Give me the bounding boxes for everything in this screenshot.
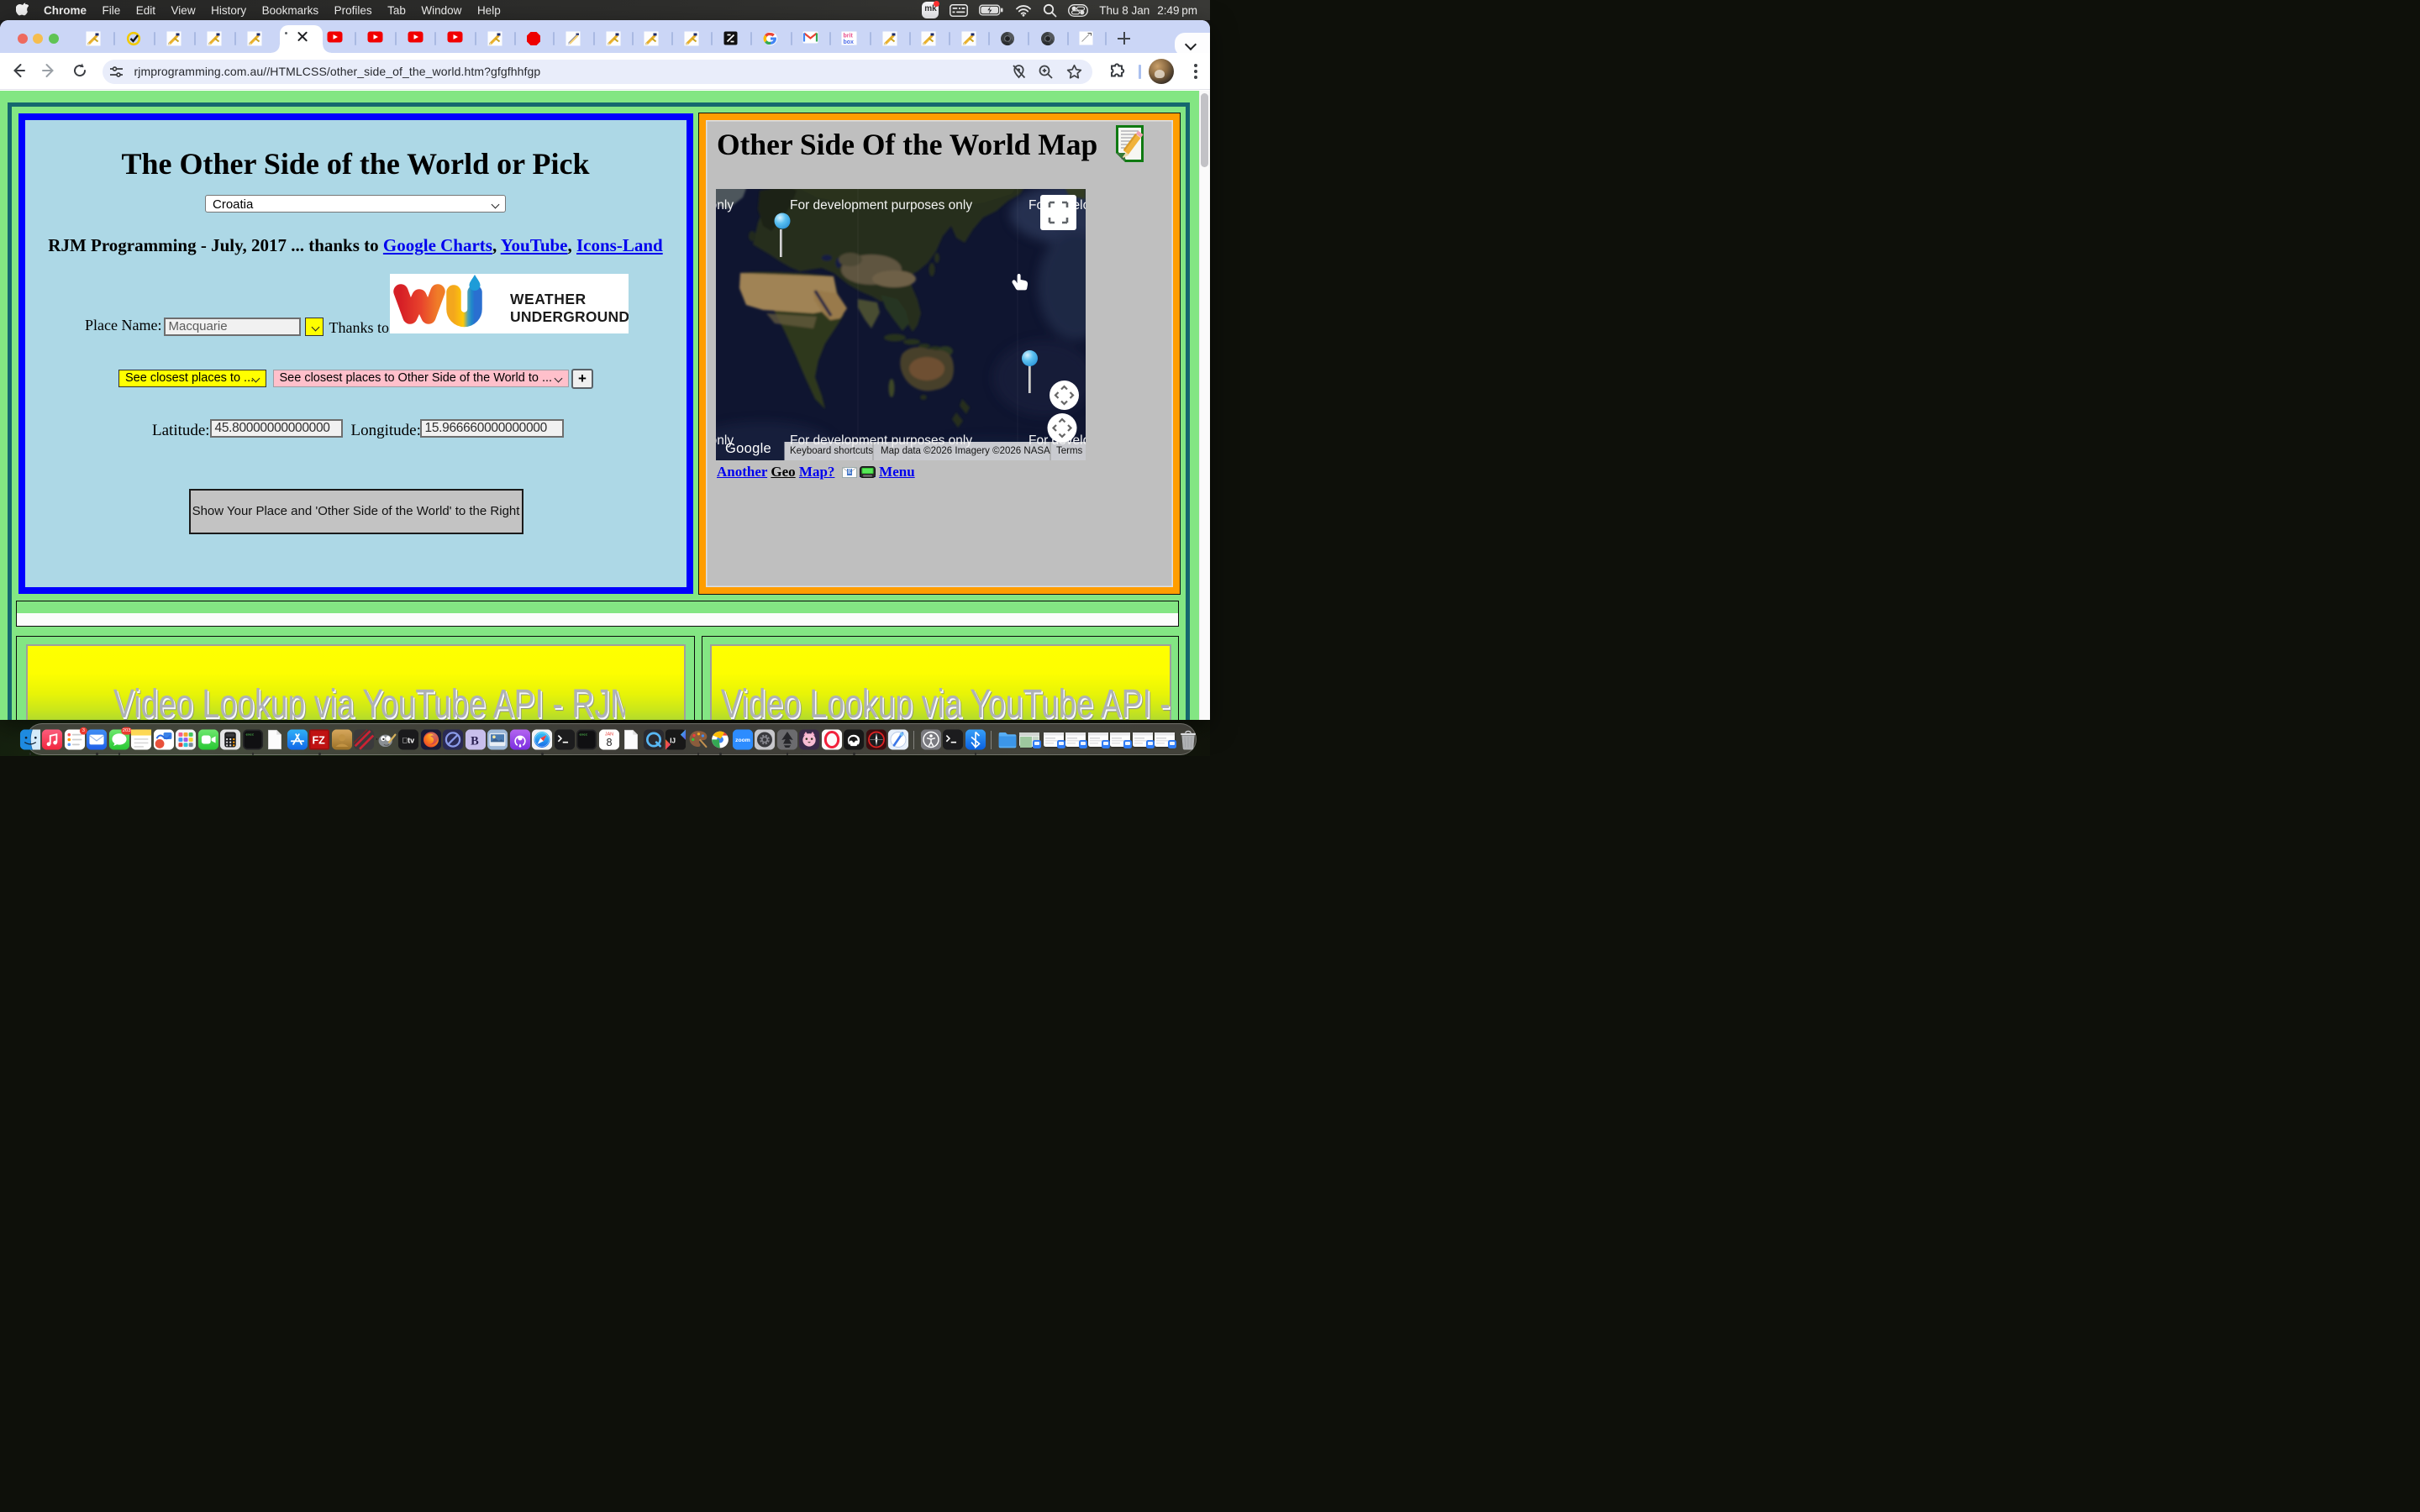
svg-text:UNDERGROUND: UNDERGROUND	[510, 308, 629, 325]
svg-text:box: box	[844, 39, 855, 45]
svg-text:exec: exec	[579, 734, 587, 738]
svg-text:exec: exec	[245, 734, 254, 738]
svg-text:B: B	[471, 734, 479, 748]
svg-text:tv: tv	[402, 737, 414, 745]
svg-text:Terms: Terms	[1056, 446, 1083, 456]
svg-text:Map data ©2026 Imagery ©2026 N: Map data ©2026 Imagery ©2026 NASA	[881, 446, 1050, 456]
svg-text:For development purposes only: For development purposes only	[716, 198, 734, 213]
svg-text:zoom: zoom	[735, 738, 750, 743]
svg-text:IJ: IJ	[670, 738, 676, 745]
svg-text:8: 8	[606, 737, 612, 748]
svg-text:For development purposes only: For development purposes only	[790, 198, 972, 213]
svg-text:WEATHER: WEATHER	[510, 291, 587, 307]
svg-text:brit: brit	[844, 33, 854, 39]
svg-text:FZ: FZ	[312, 734, 325, 746]
svg-text:Keyboard shortcuts: Keyboard shortcuts	[790, 446, 873, 456]
svg-text:Google: Google	[725, 441, 771, 456]
